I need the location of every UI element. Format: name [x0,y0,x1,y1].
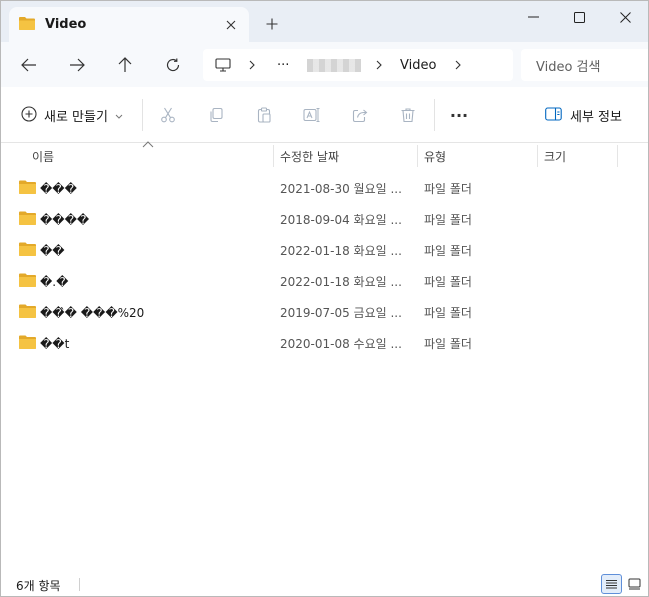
file-name-cell: ��� [19,173,269,204]
share-icon[interactable] [345,100,375,130]
file-type: 파일 폴더 [424,275,472,289]
file-modified: 2019-07-05 금요일 ... [280,306,402,320]
column-divider[interactable] [617,145,618,167]
column-header: 이름 수정한 날짜 유형 크기 [1,141,648,169]
item-count: 6개 항목 [16,579,61,593]
tab-title: Video [45,17,87,32]
toolbar-divider [142,99,143,131]
folder-icon [19,335,36,352]
copy-icon[interactable] [201,100,231,130]
file-name: ���� [40,212,90,227]
table-row[interactable]: �.� 2022-01-18 화요일 ... 파일 폴더 [1,266,648,297]
tiles-view-icon [628,578,641,590]
tab-video[interactable]: Video [9,7,249,42]
table-row[interactable]: ��� 2021-08-30 월요일 ... 파일 폴더 [1,173,648,204]
folder-icon [19,273,36,290]
folder-icon [19,242,36,259]
file-modified: 2022-01-18 화요일 ... [280,275,402,289]
paste-icon[interactable] [249,100,279,130]
file-name: ��� [40,181,77,196]
minimize-icon[interactable] [510,1,556,33]
folder-icon [19,16,35,33]
arrow-up-icon[interactable] [109,49,141,81]
rename-icon[interactable] [297,100,327,130]
tiles-view-button[interactable] [624,574,645,594]
close-icon[interactable] [602,1,648,33]
file-name: ��̂� ���%20 [40,305,145,320]
folder-icon [19,304,36,321]
list-view-icon [606,579,617,588]
file-name: �.� [40,274,69,289]
details-pane-icon [545,106,562,124]
file-name-cell: �.� [19,266,269,297]
table-row[interactable]: ��t 2020-01-08 수요일 ... 파일 폴더 [1,328,648,359]
file-name: ��t [40,336,70,351]
status-divider [79,578,80,591]
column-type[interactable]: 유형 [417,143,537,169]
file-type: 파일 폴더 [424,244,472,258]
column-modified[interactable]: 수정한 날짜 [273,143,417,169]
new-button-label: 새로 만들기 [44,109,108,125]
file-modified: 2022-01-18 화요일 ... [280,244,402,258]
table-row[interactable]: �� 2022-01-18 화요일 ... 파일 폴더 [1,235,648,266]
scissors-icon[interactable] [153,100,183,130]
file-type: 파일 폴더 [424,213,472,227]
file-type: 파일 폴더 [424,182,472,196]
file-modified: 2020-01-08 수요일 ... [280,337,402,351]
arrow-left-icon[interactable] [13,49,45,81]
details-pane-button[interactable]: 세부 정보 [539,100,628,130]
title-bar: Video [1,1,648,42]
address-segment-current[interactable]: Video [400,49,436,81]
search-input[interactable]: Video 검색 [521,49,648,81]
details-pane-label: 세부 정보 [570,109,622,125]
toolbar-divider [434,99,435,131]
refresh-icon[interactable] [157,49,189,81]
chevron-right-icon[interactable] [376,49,382,81]
status-bar: 6개 항목 [1,572,648,596]
file-name-cell: �� [19,235,269,266]
file-name: �� [40,243,65,258]
file-name-cell: ���� [19,204,269,235]
new-button[interactable]: 새로 만들기 [15,100,129,130]
navigation-bar: ··· Video Video 검색 [1,42,648,87]
chevron-down-icon [115,108,123,122]
plus-icon[interactable] [259,11,285,37]
file-type: 파일 폴더 [424,306,472,320]
computer-icon[interactable] [215,49,231,81]
trash-icon[interactable] [393,100,423,130]
file-name-cell: ��̂� ���%20 [19,297,269,328]
file-explorer-window: Video ··· Video Video 검색 새로 만들기 ··· 세부 정… [0,0,649,597]
column-name[interactable]: 이름 [25,143,273,169]
file-type: 파일 폴더 [424,337,472,351]
file-list: ��� 2021-08-30 월요일 ... 파일 폴더 ���� 2018-0… [1,173,648,359]
file-name-cell: ��t [19,328,269,359]
column-size[interactable]: 크기 [537,143,617,169]
chevron-right-icon[interactable] [455,49,461,81]
command-bar: 새로 만들기 ··· 세부 정보 [1,87,648,143]
file-modified: 2021-08-30 월요일 ... [280,182,402,196]
chevron-right-icon[interactable] [249,49,255,81]
file-modified: 2018-09-04 화요일 ... [280,213,402,227]
details-view-button[interactable] [601,574,622,594]
add-circle-icon [21,105,37,125]
folder-icon [19,211,36,228]
address-overflow[interactable]: ··· [277,49,289,81]
address-bar[interactable]: ··· Video [203,49,513,81]
close-icon[interactable] [217,11,245,39]
more-options-button[interactable]: ··· [444,100,474,130]
table-row[interactable]: ���� 2018-09-04 화요일 ... 파일 폴더 [1,204,648,235]
arrow-right-icon[interactable] [61,49,93,81]
folder-icon [19,180,36,197]
address-segment-blurred[interactable] [307,59,361,72]
maximize-icon[interactable] [556,1,602,33]
table-row[interactable]: ��̂� ���%20 2019-07-05 금요일 ... 파일 폴더 [1,297,648,328]
